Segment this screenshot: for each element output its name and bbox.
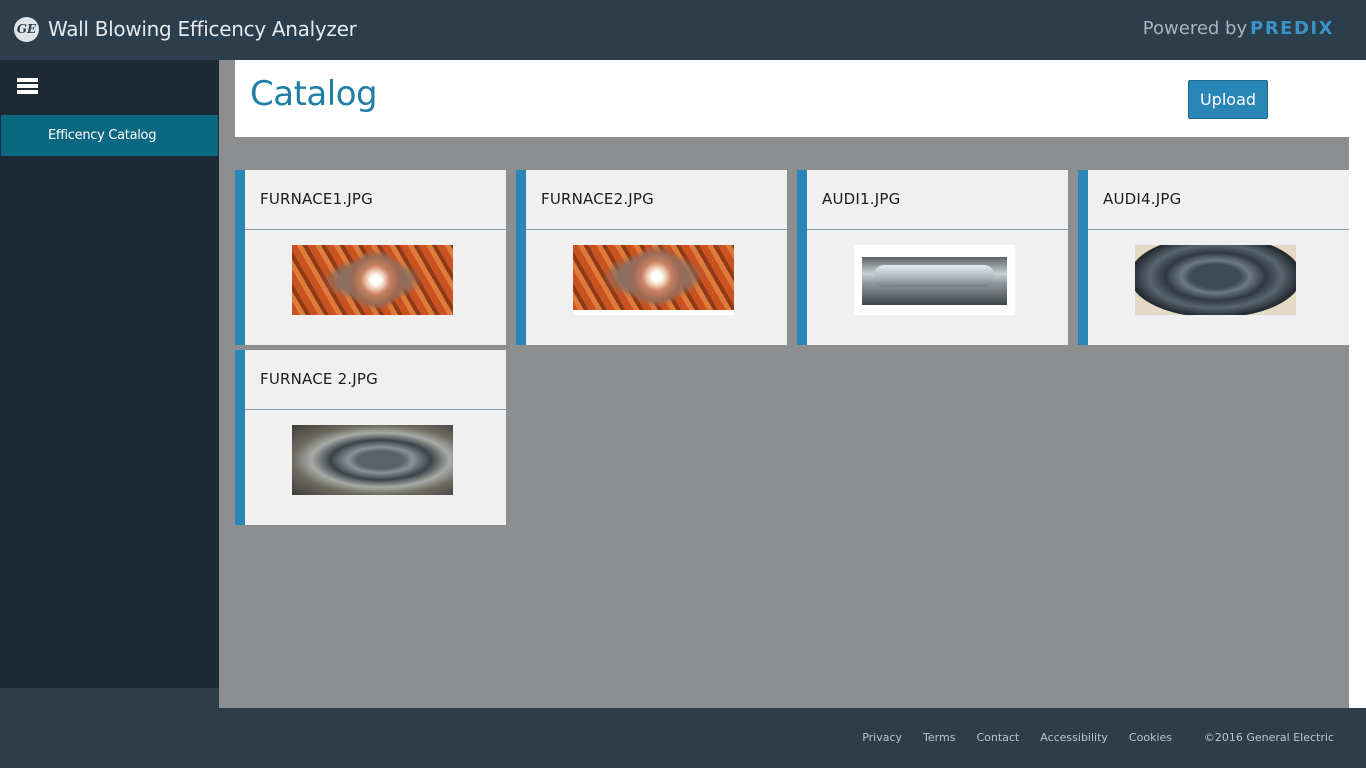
pipe-thumbnail[interactable] (854, 245, 1015, 315)
scrollbar-track[interactable] (1349, 60, 1366, 708)
furnace-thumbnail[interactable] (292, 425, 453, 495)
footer-link-cookies[interactable]: Cookies (1129, 731, 1172, 744)
app-title: Wall Blowing Efficency Analyzer (48, 17, 357, 41)
catalog-card[interactable]: AUDI4.JPG (1078, 170, 1349, 345)
card-divider (245, 229, 506, 230)
footer-link-contact[interactable]: Contact (976, 731, 1019, 744)
card-filename: FURNACE 2.JPG (260, 370, 378, 388)
predix-brand: PREDIX (1250, 18, 1334, 39)
card-divider (245, 409, 506, 410)
sidebar: Efficency Catalog (0, 60, 219, 688)
furnace-thumbnail[interactable] (292, 245, 453, 315)
footer-links: Privacy Terms Contact Accessibility Cook… (862, 731, 1172, 744)
main-content: Catalog Upload FURNACE1.JPG FURNACE2.JPG… (219, 60, 1349, 708)
powered-by: Powered by PREDIX (1143, 18, 1334, 39)
footer-link-terms[interactable]: Terms (923, 731, 955, 744)
chamber-thumbnail[interactable] (1135, 245, 1296, 315)
upload-button[interactable]: Upload (1188, 80, 1268, 119)
footer-link-privacy[interactable]: Privacy (862, 731, 902, 744)
catalog-card[interactable]: FURNACE1.JPG (235, 170, 506, 345)
card-divider (807, 229, 1068, 230)
hamburger-menu-icon[interactable] (17, 78, 38, 94)
catalog-card[interactable]: AUDI1.JPG (797, 170, 1068, 345)
pipe-shape (874, 265, 994, 287)
card-divider (526, 229, 787, 230)
card-divider (1088, 229, 1349, 230)
catalog-card[interactable]: FURNACE 2.JPG (235, 350, 506, 525)
footer: Privacy Terms Contact Accessibility Cook… (0, 708, 1366, 768)
sidebar-item-efficency-catalog[interactable]: Efficency Catalog (1, 115, 218, 156)
card-filename: FURNACE2.JPG (541, 190, 655, 208)
card-filename: AUDI1.JPG (822, 190, 901, 208)
ge-logo: GE (14, 17, 39, 42)
catalog-card[interactable]: FURNACE2.JPG (516, 170, 787, 345)
copyright: ©2016 General Electric (1203, 731, 1334, 744)
footer-link-accessibility[interactable]: Accessibility (1040, 731, 1108, 744)
page-title: Catalog (250, 74, 378, 114)
page-header: Catalog Upload (235, 60, 1349, 137)
powered-by-label: Powered by (1142, 18, 1248, 39)
top-header: GE Wall Blowing Efficency Analyzer Power… (0, 0, 1366, 60)
furnace-thumbnail[interactable] (573, 245, 734, 315)
card-filename: FURNACE1.JPG (260, 190, 374, 208)
card-filename: AUDI4.JPG (1103, 190, 1182, 208)
